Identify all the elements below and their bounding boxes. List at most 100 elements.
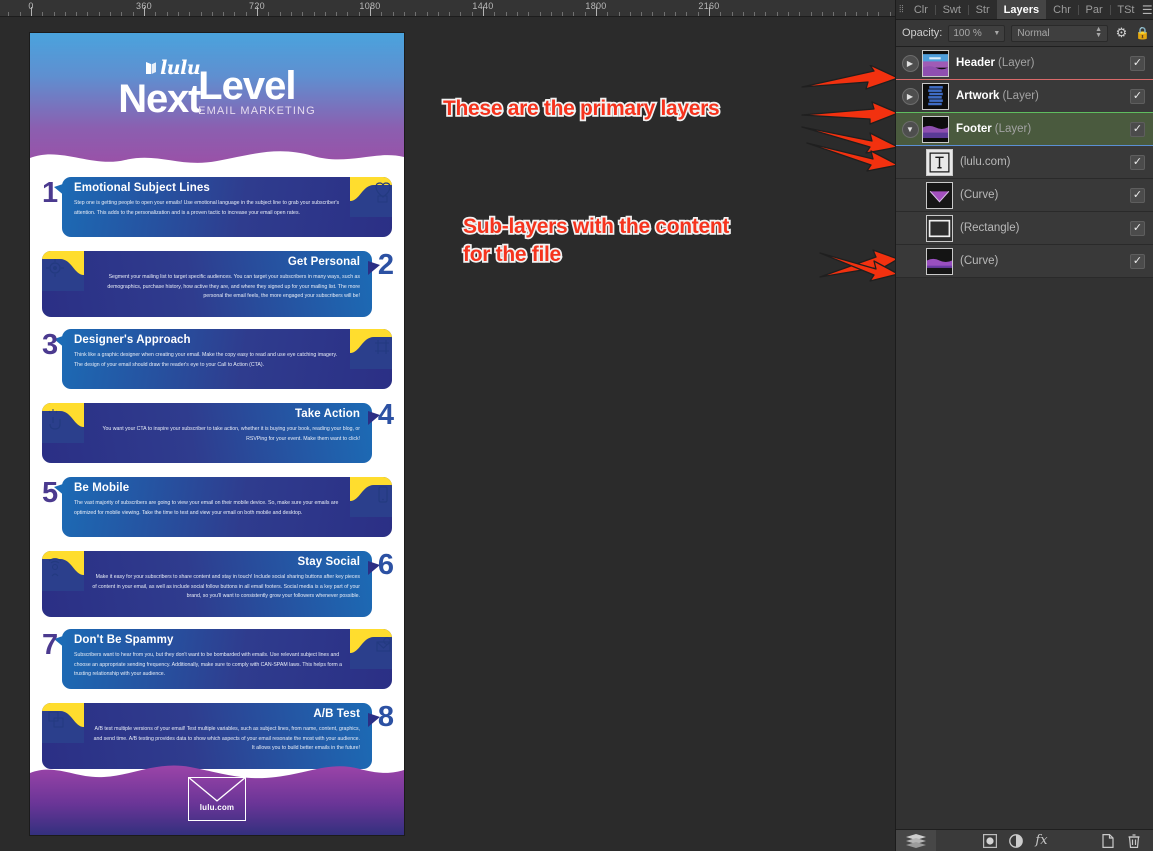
- ruler-minor-tick: [438, 12, 439, 16]
- chevron-down-icon[interactable]: ▼: [902, 121, 919, 138]
- delete-layer-icon[interactable]: [1121, 830, 1147, 851]
- ruler-minor-tick: [178, 12, 179, 16]
- card-body: You want your CTA to inspire your subscr…: [90, 425, 360, 444]
- stepper-arrows-icon[interactable]: ▲▼: [1095, 27, 1102, 38]
- document-artboard[interactable]: lulu Next Level EMAIL MARKETING: [30, 33, 404, 835]
- blend-mode-select[interactable]: Normal ▲▼: [1011, 25, 1108, 42]
- info-card[interactable]: Stay Social Make it easy for your subscr…: [42, 551, 372, 617]
- layer-kind: (Layer): [1002, 90, 1038, 102]
- info-card[interactable]: Take Action You want your CTA to inspire…: [42, 403, 372, 463]
- chevron-right-icon[interactable]: ▶: [902, 88, 919, 105]
- click-hand-icon: [42, 403, 84, 443]
- ruler-minor-tick: [121, 12, 122, 16]
- card-number: 5: [42, 479, 58, 508]
- tab-chr[interactable]: Chr: [1046, 0, 1078, 19]
- lock-icon[interactable]: 🔒: [1135, 26, 1147, 40]
- info-card[interactable]: Designer's Approach Think like a graphic…: [62, 329, 392, 389]
- layer-row-footer[interactable]: ▼ Footer (Layer) ✓: [896, 113, 1153, 146]
- layers-panel: ⦙⦙ Clr Swt Str Layers Chr Par TSt ☰ Opac…: [895, 0, 1153, 851]
- layer-row-header[interactable]: ▶ Header (Layer) ✓: [896, 47, 1153, 80]
- ruler-minor-tick: [381, 12, 382, 16]
- card-accent-corner: [350, 477, 392, 517]
- chevron-down-icon[interactable]: ▼: [993, 30, 1000, 37]
- info-card[interactable]: Don't Be Spammy Subscribers want to hear…: [62, 629, 392, 689]
- layer-name: Footer: [956, 123, 992, 135]
- lulu-logo: lulu: [145, 59, 200, 78]
- sublayer-row-curve-flap[interactable]: (Curve) ✓: [896, 179, 1153, 212]
- disclosure-triangle[interactable]: ▼: [900, 119, 920, 139]
- layer-visibility-checkbox[interactable]: ✓: [1130, 89, 1145, 104]
- ruler-minor-tick: [427, 12, 428, 16]
- info-card[interactable]: Get Personal Segment your mailing list t…: [42, 251, 372, 317]
- layer-visibility-checkbox[interactable]: ✓: [1130, 254, 1145, 269]
- ruler-minor-tick: [732, 12, 733, 16]
- disclosure-triangle[interactable]: ▶: [900, 86, 920, 106]
- panel-tab-bar: ⦙⦙ Clr Swt Str Layers Chr Par TSt ☰: [896, 0, 1153, 20]
- card-number: 1: [42, 179, 58, 208]
- layer-visibility-checkbox[interactable]: ✓: [1130, 155, 1145, 170]
- tab-tst[interactable]: TSt: [1110, 0, 1141, 19]
- ruler-minor-tick: [42, 12, 43, 16]
- ruler-minor-tick: [110, 12, 111, 16]
- layer-thumbnail: [922, 83, 949, 110]
- ruler-minor-tick: [845, 12, 846, 16]
- ruler-label: 2160: [698, 1, 719, 11]
- mask-icon[interactable]: [977, 830, 1003, 851]
- card-title: Don't Be Spammy: [74, 634, 173, 646]
- ruler-minor-tick: [99, 12, 100, 16]
- ruler-minor-tick: [20, 12, 21, 16]
- ruler-minor-tick: [619, 12, 620, 16]
- tab-par[interactable]: Par: [1079, 0, 1110, 19]
- tab-swt[interactable]: Swt: [936, 0, 968, 19]
- layer-name: (Rectangle): [960, 222, 1019, 234]
- fx-icon[interactable]: fx: [1029, 830, 1055, 851]
- ruler-label: 1440: [472, 1, 493, 11]
- disclosure-triangle[interactable]: ▶: [900, 53, 920, 73]
- new-layer-icon[interactable]: [1095, 830, 1121, 851]
- tab-clr[interactable]: Clr: [907, 0, 935, 19]
- spam-envelope-icon: [350, 629, 392, 669]
- layer-thumbnail: [922, 50, 949, 77]
- sublayer-row-rectangle[interactable]: (Rectangle) ✓: [896, 212, 1153, 245]
- opacity-label: Opacity:: [902, 27, 942, 39]
- layer-visibility-checkbox[interactable]: ✓: [1130, 221, 1145, 236]
- pointer-arrow-icon: [800, 65, 900, 95]
- ruler-minor-tick: [314, 12, 315, 16]
- info-card[interactable]: Be Mobile The vast majority of subscribe…: [62, 477, 392, 537]
- ruler-minor-tick: [223, 12, 224, 16]
- layer-stack-icon[interactable]: [896, 830, 936, 851]
- opacity-input[interactable]: 100 % ▼: [948, 25, 1005, 42]
- adjustment-icon[interactable]: [1003, 830, 1029, 851]
- sublayer-row-curve-wave[interactable]: (Curve) ✓: [896, 245, 1153, 278]
- horizontal-ruler[interactable]: 03607201080144018002160: [0, 0, 895, 17]
- panel-grip-icon[interactable]: ⦙⦙: [896, 0, 907, 19]
- card-accent-corner: [42, 403, 84, 443]
- lulu-book-icon: [145, 61, 158, 76]
- card-accent-corner: [42, 703, 84, 743]
- layer-name: (lulu.com): [960, 156, 1010, 168]
- ruler-minor-tick: [698, 12, 699, 16]
- ruler-minor-tick: [867, 12, 868, 16]
- layer-visibility-checkbox[interactable]: ✓: [1130, 122, 1145, 137]
- card-title: Emotional Subject Lines: [74, 182, 210, 194]
- blend-mode-value: Normal: [1017, 28, 1049, 39]
- ruler-minor-tick: [155, 12, 156, 16]
- sublayer-row-lulu-text[interactable]: (lulu.com) ✓: [896, 146, 1153, 179]
- ruler-minor-tick: [415, 12, 416, 16]
- layer-row-artwork[interactable]: ▶ Artwork: [896, 80, 1153, 113]
- chevron-right-icon[interactable]: ▶: [902, 55, 919, 72]
- tab-str[interactable]: Str: [969, 0, 997, 19]
- info-card[interactable]: Emotional Subject Lines Step one is gett…: [62, 177, 392, 237]
- hamburger-menu-icon[interactable]: ☰: [1141, 0, 1153, 19]
- card-body: The vast majority of subscribers are goi…: [74, 499, 344, 518]
- card-accent-corner: [350, 629, 392, 669]
- canvas-area[interactable]: lulu Next Level EMAIL MARKETING: [0, 17, 895, 851]
- tab-layers[interactable]: Layers: [997, 0, 1046, 19]
- card-body: A/B test multiple versions of your email…: [90, 725, 360, 754]
- ruler-minor-tick: [607, 12, 608, 16]
- ruler-minor-tick: [494, 12, 495, 16]
- gear-icon[interactable]: ⚙: [1114, 25, 1129, 41]
- layer-visibility-checkbox[interactable]: ✓: [1130, 56, 1145, 71]
- layer-visibility-checkbox[interactable]: ✓: [1130, 188, 1145, 203]
- ruler-minor-tick: [833, 12, 834, 16]
